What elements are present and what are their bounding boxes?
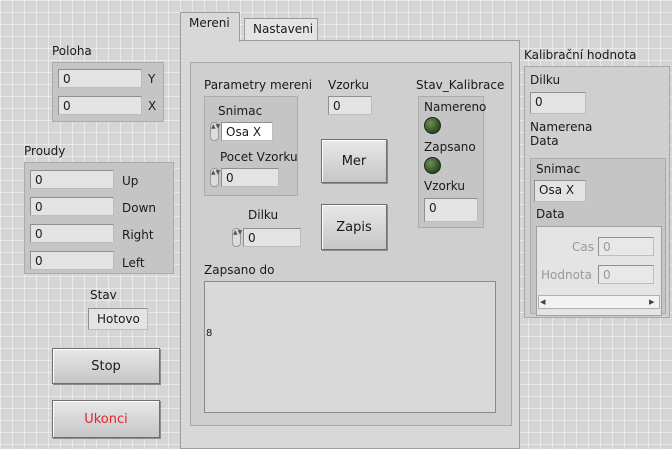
- scroll-left-icon[interactable]: ◂: [540, 295, 546, 308]
- stop-button[interactable]: Stop: [52, 348, 160, 384]
- sample-count-stepper[interactable]: ▲▼: [210, 168, 220, 187]
- currents-title: Proudy: [24, 144, 66, 158]
- position-title: Poloha: [52, 44, 92, 58]
- written-led: [424, 157, 441, 174]
- scroll-right-icon[interactable]: ▸: [649, 295, 655, 308]
- calib-status-title: Stav_Kalibrace: [416, 78, 505, 92]
- sensor-field[interactable]: Osa X: [221, 122, 273, 141]
- sample-count-field[interactable]: 0: [221, 168, 279, 187]
- sample-count-label: Pocet Vzorku: [220, 150, 298, 164]
- quit-button[interactable]: Ukonci: [52, 400, 160, 438]
- position-y-label: Y: [148, 72, 156, 86]
- position-x-label: X: [148, 99, 157, 113]
- tab-mereni[interactable]: Mereni: [180, 12, 240, 42]
- value-field: 0: [598, 265, 654, 284]
- current-left-field[interactable]: 0: [30, 251, 114, 270]
- written-to-display[interactable]: [204, 281, 496, 413]
- written-to-marker: 8: [206, 328, 213, 339]
- calib-divisions-label: Dilku: [530, 73, 561, 87]
- current-right-label: Right: [122, 228, 154, 242]
- measured-led: [424, 117, 441, 134]
- position-y-field[interactable]: 0: [58, 69, 142, 88]
- time-label: Cas: [572, 240, 594, 254]
- status-label: Stav: [90, 288, 117, 302]
- status-indicator: Hotovo: [88, 308, 148, 330]
- write-button[interactable]: Zapis: [321, 204, 387, 250]
- calibration-title: Kalibrační hodnota: [524, 48, 637, 62]
- calib-samples-field: 0: [424, 198, 478, 222]
- written-label: Zapsano: [424, 140, 476, 154]
- measured-label: Namereno: [424, 100, 487, 114]
- current-right-field[interactable]: 0: [30, 224, 114, 243]
- written-to-label: Zapsano do: [204, 263, 275, 277]
- samples-label: Vzorku: [328, 78, 369, 92]
- tab-nastaveni[interactable]: Nastaveni: [244, 18, 318, 40]
- samples-field: 0: [328, 96, 372, 115]
- divisions-stepper[interactable]: ▲▼: [232, 228, 242, 247]
- current-up-field[interactable]: 0: [30, 170, 114, 189]
- measure-button[interactable]: Mer: [321, 139, 387, 183]
- divisions-field[interactable]: 0: [243, 228, 301, 247]
- calib-divisions-field[interactable]: 0: [530, 92, 586, 114]
- sensor-stepper[interactable]: ▲▼: [210, 122, 220, 141]
- current-down-field[interactable]: 0: [30, 197, 114, 216]
- data-scrollbar[interactable]: [538, 295, 660, 309]
- sensor-label: Snimac: [218, 104, 263, 118]
- current-left-label: Left: [122, 256, 145, 270]
- value-label: Hodnota: [541, 268, 592, 282]
- calib-sensor-label: Snimac: [536, 162, 581, 176]
- current-up-label: Up: [122, 174, 139, 188]
- divisions-label: Dilku: [248, 208, 279, 222]
- calib-samples-label: Vzorku: [424, 179, 465, 193]
- time-field: 0: [598, 237, 654, 256]
- calib-data-label: Data: [536, 207, 565, 221]
- measured-data-label: Namerena Data: [530, 120, 593, 148]
- calib-sensor-field: Osa X: [534, 180, 586, 202]
- position-x-field[interactable]: 0: [58, 96, 142, 115]
- current-down-label: Down: [122, 201, 157, 215]
- params-title: Parametry mereni: [204, 78, 313, 92]
